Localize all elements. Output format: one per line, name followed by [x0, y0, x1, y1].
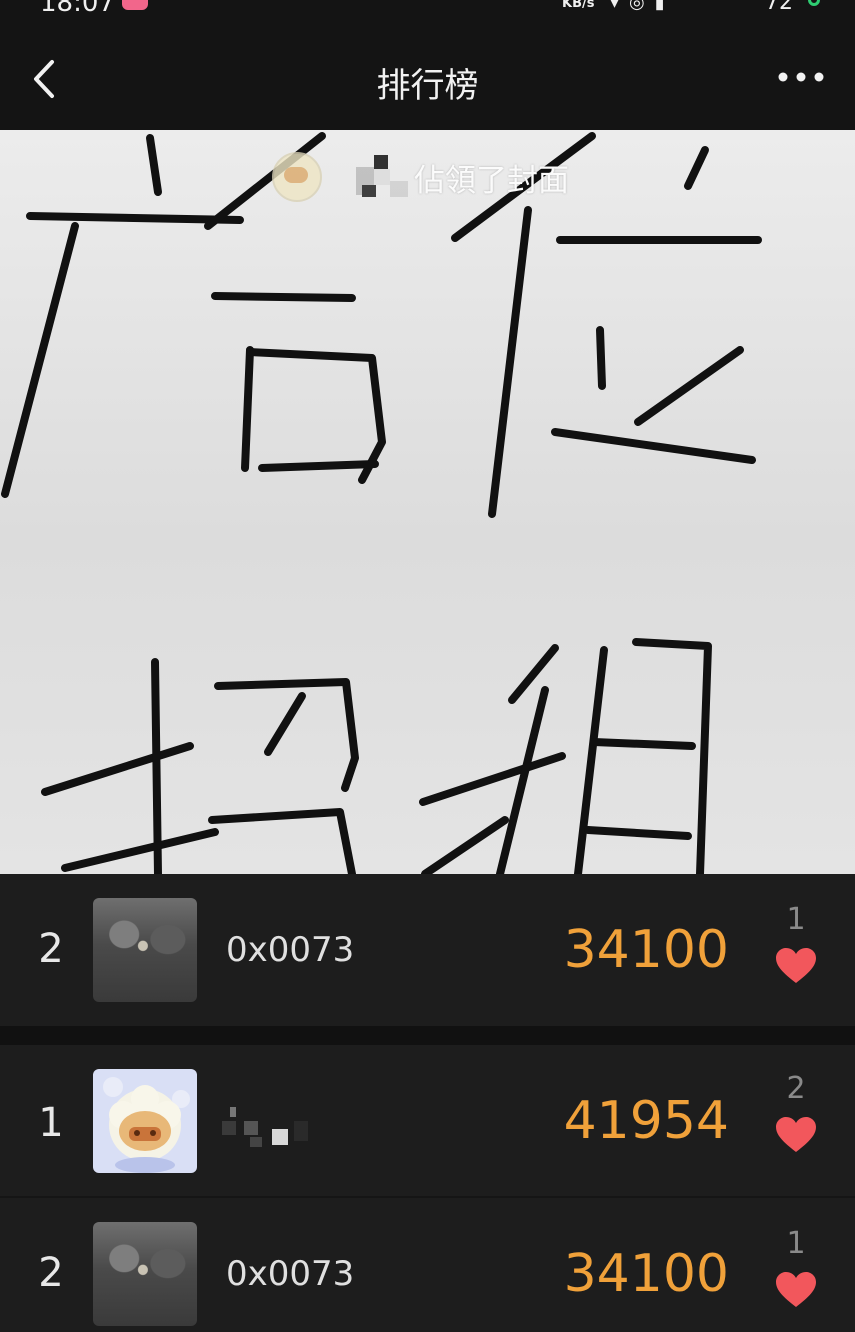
signal-icons: ▾◎▮	[610, 0, 675, 13]
like-group: 1	[774, 1226, 818, 1309]
more-dots-icon	[778, 72, 824, 82]
redacted-username	[326, 155, 412, 199]
heart-icon[interactable]	[775, 947, 817, 985]
leaderboard-row[interactable]: 2 0x0073 34100 1	[0, 874, 855, 1026]
user-avatar[interactable]	[93, 898, 197, 1002]
rank-number: 2	[38, 926, 64, 972]
user-name: 0x0073	[226, 1254, 355, 1294]
like-group: 1	[774, 902, 818, 985]
leaderboard-row-self[interactable]: 1 41954 2	[0, 1045, 855, 1197]
row-gap	[0, 1026, 855, 1045]
more-button[interactable]	[777, 62, 825, 92]
user-name: 0x0073	[226, 930, 355, 970]
notification-badge-icon	[122, 0, 148, 10]
user-avatar[interactable]	[93, 1222, 197, 1326]
banner-avatar	[272, 152, 322, 202]
nav-bar: 排行榜	[0, 22, 855, 130]
leaderboard-row[interactable]: 2 0x0073 34100 1	[0, 1198, 855, 1332]
rank-number: 1	[38, 1100, 64, 1146]
network-speed: KB/s	[562, 0, 595, 11]
score-value: 34100	[563, 920, 729, 980]
status-time: 18:07	[40, 0, 115, 18]
status-bar: 18:07 KB/s ▾◎▮ 72	[0, 0, 855, 22]
like-count: 2	[786, 1071, 806, 1106]
cover-occupied-banner: 佔領了封面	[272, 152, 569, 202]
cover-image[interactable]: 佔領了封面	[0, 130, 855, 874]
handwriting-cover-drawing	[1, 132, 762, 874]
rank-number: 2	[38, 1250, 64, 1296]
cover-banner-text: 佔領了封面	[414, 162, 569, 199]
score-value: 34100	[563, 1244, 729, 1304]
heart-icon[interactable]	[775, 1271, 817, 1309]
battery-level: 72	[765, 0, 793, 15]
score-value: 41954	[563, 1091, 729, 1151]
like-group: 2	[774, 1071, 818, 1154]
heart-icon[interactable]	[775, 1116, 817, 1154]
redacted-username	[210, 1107, 320, 1151]
user-avatar[interactable]	[93, 1069, 197, 1173]
sheep-avatar-icon	[103, 1077, 190, 1173]
charging-icon	[808, 0, 820, 6]
like-count: 1	[786, 902, 806, 937]
page-title: 排行榜	[376, 66, 479, 106]
like-count: 1	[786, 1226, 806, 1261]
